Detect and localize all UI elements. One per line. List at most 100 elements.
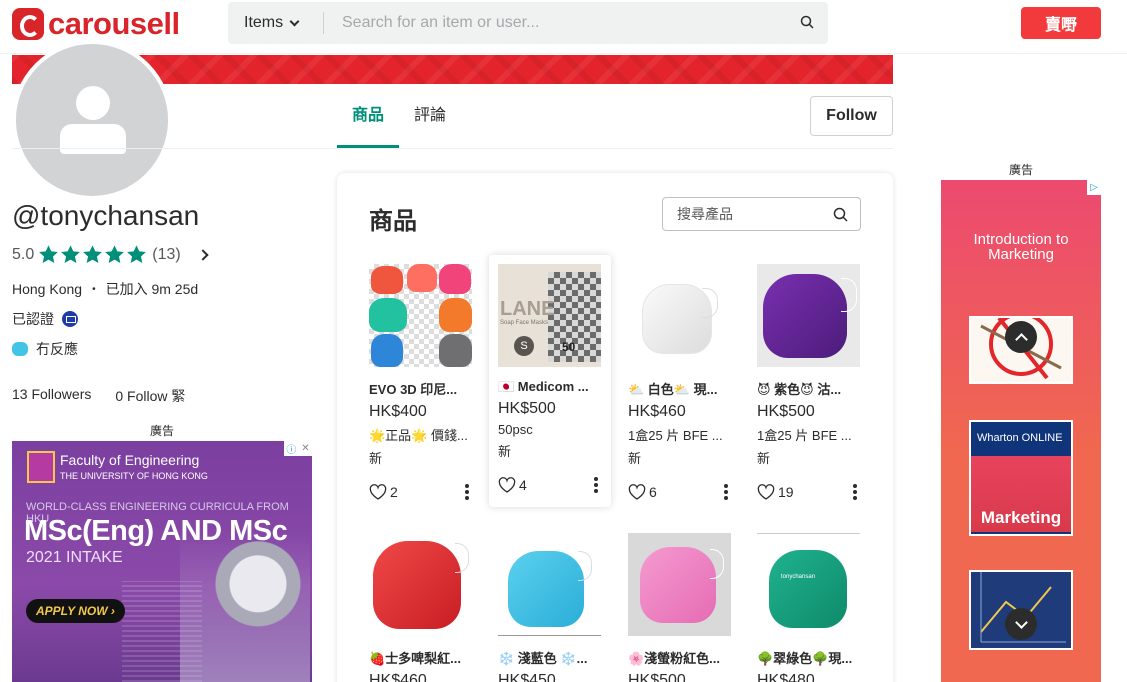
email-verified-icon	[62, 311, 78, 327]
product-card[interactable]: EVO 3D 印尼... HK$400 🌟正品🌟 價錢... 新 2	[369, 264, 485, 500]
like-button[interactable]: 4	[498, 477, 527, 493]
adchoices-icon[interactable]: ⓘ ✕	[284, 441, 312, 456]
more-options-icon[interactable]	[465, 484, 469, 500]
product-condition: 新	[498, 444, 512, 459]
product-price: HK$480	[757, 672, 815, 682]
search-bar: Items	[228, 2, 828, 44]
like-count: 6	[649, 484, 657, 500]
joined-text: 已加入 9m 25d	[105, 281, 199, 297]
separator-dot: •	[92, 283, 96, 295]
heart-icon	[757, 484, 775, 500]
verified-label: 已認證	[12, 311, 54, 327]
right-ad-tile: Wharton ONLINE Marketing	[969, 420, 1073, 536]
like-button[interactable]: 2	[369, 484, 398, 500]
product-title: 🌳翠綠色🌳現...	[757, 651, 853, 666]
ad-label: 廣告	[1009, 163, 1034, 177]
carousell-logo[interactable]: carousell	[12, 6, 180, 42]
right-advertisement[interactable]: ▷ Introduction to Marketing Wharton ONLI…	[941, 180, 1101, 682]
heart-icon	[369, 484, 387, 500]
tab-reviews[interactable]: 評論	[399, 97, 461, 148]
more-options-icon[interactable]	[724, 484, 728, 500]
apply-now-button[interactable]: APPLY NOW ›	[26, 599, 125, 623]
product-image	[369, 264, 472, 367]
more-options-icon[interactable]	[853, 484, 857, 500]
product-price: HK$460	[628, 403, 686, 420]
product-title: EVO 3D 印尼...	[369, 382, 458, 397]
product-title: ❄️ 淺藍色 ❄️...	[498, 651, 588, 666]
product-image	[628, 264, 731, 367]
category-select-label: Items	[244, 14, 284, 31]
ad-faculty-text: Faculty of Engineering	[60, 452, 200, 468]
ad-intake: 2021 INTAKE	[26, 549, 123, 566]
sell-button[interactable]: 賣嘢	[1021, 7, 1101, 39]
chat-bubble-icon	[12, 342, 28, 356]
avatar-head-shape	[76, 86, 110, 120]
product-card[interactable]: 🌸淺螢粉紅色... HK$500	[628, 533, 744, 682]
carousell-logo-icon	[12, 8, 44, 40]
product-price: HK$500	[498, 400, 556, 417]
product-condition: 新	[369, 451, 383, 466]
product-footer: 2	[369, 484, 469, 500]
product-card[interactable]: ⛅ 白色⛅ 現... HK$460 1盒25 片 BFE ... 新 6	[628, 264, 744, 500]
product-title: 🇯🇵 Medicom ...	[498, 379, 589, 394]
product-image: tonychansan	[757, 533, 860, 636]
product-price: HK$460	[369, 672, 427, 682]
following-link[interactable]: 0 Follow 緊	[115, 386, 185, 406]
followers-link[interactable]: 13 Followers	[12, 386, 91, 406]
ad-university-text: THE UNIVERSITY OF HONG KONG	[60, 471, 208, 481]
like-count: 19	[778, 484, 794, 500]
product-card[interactable]: LANE Soap Face Masks S 50 🇯🇵 Medicom ...…	[489, 255, 611, 507]
products-title: 商品	[369, 208, 417, 235]
left-advertisement[interactable]: Faculty of Engineering THE UNIVERSITY OF…	[12, 441, 312, 682]
follow-button[interactable]: Follow	[810, 96, 893, 136]
search-input[interactable]	[342, 14, 828, 32]
response-row: 冇反應	[12, 339, 78, 359]
avatar[interactable]	[12, 40, 172, 200]
like-button[interactable]: 6	[628, 484, 657, 500]
product-search-input[interactable]	[677, 206, 827, 222]
profile-tabs: 商品 評論	[337, 97, 461, 148]
category-select[interactable]: Items	[228, 14, 323, 32]
lane-size-badge: S	[514, 336, 534, 356]
tab-listings[interactable]: 商品	[337, 97, 400, 148]
search-icon[interactable]	[833, 207, 848, 222]
star-icon	[61, 245, 81, 263]
product-title: ⛅ 白色⛅ 現...	[628, 382, 718, 397]
chevron-right-icon	[197, 248, 209, 261]
product-price: HK$400	[369, 403, 427, 420]
product-card[interactable]: 🍓士多啤梨紅... HK$460	[369, 533, 485, 682]
scroll-up-button[interactable]	[1005, 321, 1037, 353]
product-title: 🍓士多啤梨紅...	[369, 651, 462, 666]
more-options-icon[interactable]	[594, 477, 598, 493]
product-title: 🌸淺螢粉紅色...	[628, 651, 721, 666]
verified-row: 已認證	[12, 309, 78, 329]
like-button[interactable]: 19	[757, 484, 794, 500]
hku-crest-icon	[27, 451, 55, 483]
response-label: 冇反應	[36, 341, 78, 357]
review-count: (13)	[152, 245, 181, 263]
rating-row[interactable]: 5.0 (13)	[12, 244, 209, 265]
product-footer: 6	[628, 484, 728, 500]
product-price: HK$500	[628, 672, 686, 682]
product-description: 🌟正品🌟 價錢...	[369, 428, 468, 443]
scroll-down-button[interactable]	[1005, 608, 1037, 640]
rating-stars	[38, 244, 148, 265]
products-panel: 商品 EVO 3D 印尼... HK$400 🌟正品🌟 價錢... 新 2	[337, 173, 893, 682]
product-card[interactable]: 😈 紫色😈 沽... HK$500 1盒25 片 BFE ... 新 19	[757, 264, 873, 500]
product-footer: 4	[498, 477, 598, 493]
location-text: Hong Kong	[12, 281, 83, 297]
product-card[interactable]: ❄️ 淺藍色 ❄️... HK$450	[498, 533, 614, 682]
wharton-logo: Wharton ONLINE	[977, 432, 1063, 444]
search-icon[interactable]	[800, 15, 814, 29]
product-title: 😈 紫色😈 沽...	[757, 382, 842, 397]
marketing-label: Marketing	[980, 508, 1062, 527]
robot-image	[180, 531, 310, 682]
logo-text: carousell	[48, 6, 180, 41]
product-description: 1盒25 片 BFE ...	[628, 428, 723, 443]
top-header: carousell Items 賣嘢	[0, 0, 1127, 54]
product-price: HK$500	[757, 403, 815, 420]
product-search	[662, 197, 861, 231]
product-card[interactable]: tonychansan 🌳翠綠色🌳現... HK$480	[757, 533, 873, 682]
product-description: 50psc	[498, 422, 533, 437]
adchoices-icon[interactable]: ▷	[1087, 180, 1101, 195]
